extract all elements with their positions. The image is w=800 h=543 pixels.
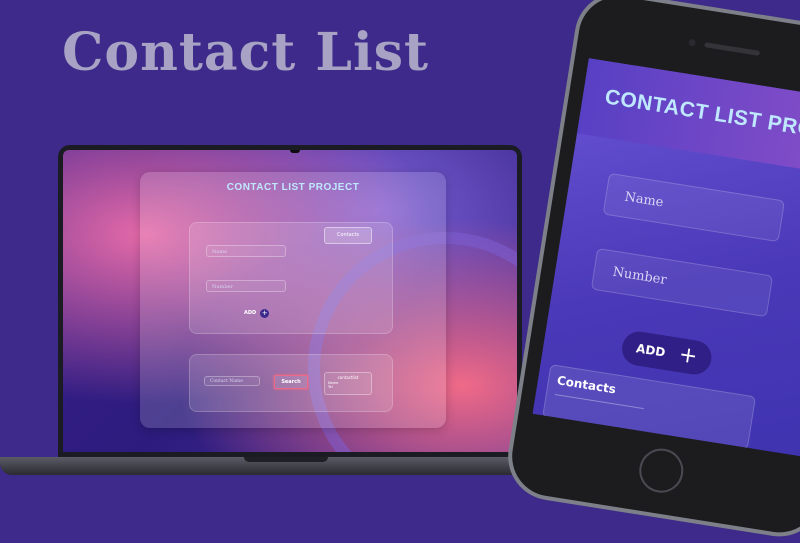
name-input[interactable]: Name bbox=[206, 245, 286, 257]
page-headline: Contact List bbox=[62, 22, 429, 83]
phone-mockup: CONTACT LIST PROJECT Name Number ADD + C… bbox=[501, 0, 800, 543]
speaker-grille bbox=[704, 42, 761, 56]
phone-add-label: ADD bbox=[635, 341, 667, 360]
webcam-notch bbox=[290, 150, 300, 153]
phone-screen: CONTACT LIST PROJECT Name Number ADD + C… bbox=[532, 58, 800, 458]
laptop-base bbox=[0, 457, 573, 475]
contact-result-tel: Tel bbox=[328, 385, 333, 389]
phone-add-button[interactable]: ADD + bbox=[619, 329, 714, 377]
phone-header: CONTACT LIST PROJECT bbox=[577, 58, 800, 178]
camera-icon bbox=[688, 38, 697, 47]
search-panel: Contact Name Search contactlist Name Tel bbox=[189, 354, 393, 412]
phone-name-input[interactable]: Name bbox=[602, 172, 786, 243]
plus-icon: + bbox=[260, 308, 270, 318]
app-title: CONTACT LIST PROJECT bbox=[226, 182, 360, 193]
divider bbox=[554, 394, 644, 410]
contact-result-lines: Name Tel bbox=[328, 381, 338, 389]
phone-number-input[interactable]: Number bbox=[590, 247, 774, 318]
contact-result-heading: contactlist bbox=[337, 375, 359, 380]
add-contact-panel: Name Number Contacts ADD + bbox=[189, 222, 393, 334]
number-input[interactable]: Number bbox=[206, 280, 286, 292]
home-button[interactable] bbox=[636, 445, 687, 496]
add-button[interactable]: ADD + bbox=[244, 307, 270, 319]
contacts-button[interactable]: Contacts bbox=[324, 227, 372, 244]
add-button-label: ADD bbox=[244, 310, 257, 316]
laptop-lid: CONTACT LIST PROJECT Name Number Contact… bbox=[58, 145, 522, 457]
laptop-notch bbox=[244, 457, 328, 462]
phone-app-title: CONTACT LIST PROJECT bbox=[603, 85, 800, 150]
search-button[interactable]: Search bbox=[274, 375, 308, 389]
app-card: CONTACT LIST PROJECT Name Number Contact… bbox=[140, 172, 446, 428]
phone-contacts-label: Contacts bbox=[556, 373, 617, 397]
phone-contacts-panel: Contacts bbox=[542, 364, 757, 450]
plus-icon: + bbox=[677, 342, 700, 370]
contact-result-box: contactlist Name Tel bbox=[324, 372, 372, 395]
laptop-screen: CONTACT LIST PROJECT Name Number Contact… bbox=[63, 150, 517, 452]
search-input[interactable]: Contact Name bbox=[204, 376, 260, 386]
